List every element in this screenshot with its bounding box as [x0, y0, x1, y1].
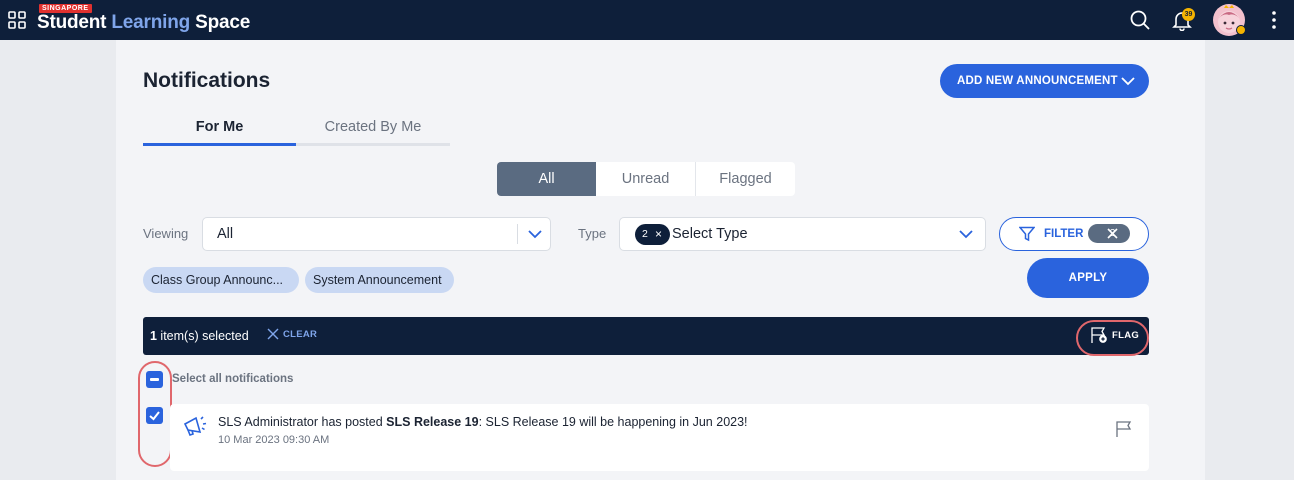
avatar-status-badge [1236, 25, 1246, 35]
chevron-down-icon [528, 230, 542, 239]
type-label: Type [578, 226, 607, 241]
page-title: Notifications [143, 69, 271, 92]
type-select-placeholder: Select Type [672, 226, 748, 242]
segment-all[interactable]: All [497, 162, 596, 196]
megaphone-icon [183, 416, 207, 436]
type-count-chip[interactable]: 2 × [635, 224, 670, 245]
viewing-select[interactable]: All [202, 217, 551, 251]
select-divider [517, 224, 518, 244]
checkbox-highlight [138, 361, 172, 467]
clear-selection-button[interactable]: CLEAR [267, 328, 317, 340]
select-all-label: Select all notifications [172, 373, 294, 385]
notification-message: SLS Administrator has posted SLS Release… [218, 415, 748, 429]
read-status-segmented-control: All Unread Flagged [497, 162, 795, 196]
viewing-label: Viewing [143, 226, 189, 241]
more-vertical-icon[interactable] [1266, 10, 1282, 30]
flag-icon[interactable] [1115, 420, 1133, 438]
selected-count: 1 [150, 329, 157, 343]
tab-created-by-me[interactable]: Created By Me [296, 112, 450, 146]
chevron-down-icon [1121, 77, 1135, 86]
flag-button-highlight [1076, 320, 1149, 356]
add-new-announcement-label: ADD NEW ANNOUNCEMENT [957, 75, 1118, 87]
apps-grid-icon[interactable] [8, 11, 26, 29]
type-count: 2 [642, 228, 648, 240]
apply-button[interactable]: APPLY [1027, 258, 1149, 298]
selected-count-suffix: item(s) selected [156, 329, 249, 343]
tab-for-me[interactable]: For Me [143, 112, 296, 146]
filter-button[interactable]: FILTER 2 [999, 217, 1149, 251]
clear-label: CLEAR [283, 328, 318, 340]
close-icon [267, 328, 279, 340]
viewing-select-value: All [217, 226, 234, 242]
notification-count-badge: 39 [1182, 8, 1195, 21]
top-bar: SINGAPORE Student Learning Space 39 [0, 0, 1294, 40]
search-icon[interactable] [1129, 9, 1151, 31]
selected-type-tag[interactable]: System Announcement [305, 267, 454, 293]
brand-name: Student Learning Space [37, 12, 251, 33]
segment-unread[interactable]: Unread [596, 162, 696, 196]
notification-item[interactable]: SLS Administrator has posted SLS Release… [170, 404, 1149, 471]
filter-funnel-icon [1019, 226, 1035, 242]
close-icon[interactable]: × [655, 224, 662, 245]
add-new-announcement-button[interactable]: ADD NEW ANNOUNCEMENT [940, 64, 1149, 98]
selected-type-tag[interactable]: Class Group Announc... [143, 267, 299, 293]
notification-timestamp: 10 Mar 2023 09:30 AM [218, 434, 330, 446]
segment-flagged[interactable]: Flagged [696, 162, 795, 196]
chevron-down-icon [959, 230, 973, 239]
type-select[interactable]: 2 × Select Type [619, 217, 986, 251]
notification-tabs: For Me Created By Me [143, 112, 450, 146]
close-icon[interactable] [1107, 228, 1118, 239]
selection-bar: 1 item(s) selected CLEAR FLAG [143, 317, 1149, 355]
filter-label: FILTER [1044, 228, 1084, 240]
selected-count-text: 1 item(s) selected [150, 329, 249, 343]
filter-count-chip[interactable]: 2 [1088, 224, 1130, 243]
